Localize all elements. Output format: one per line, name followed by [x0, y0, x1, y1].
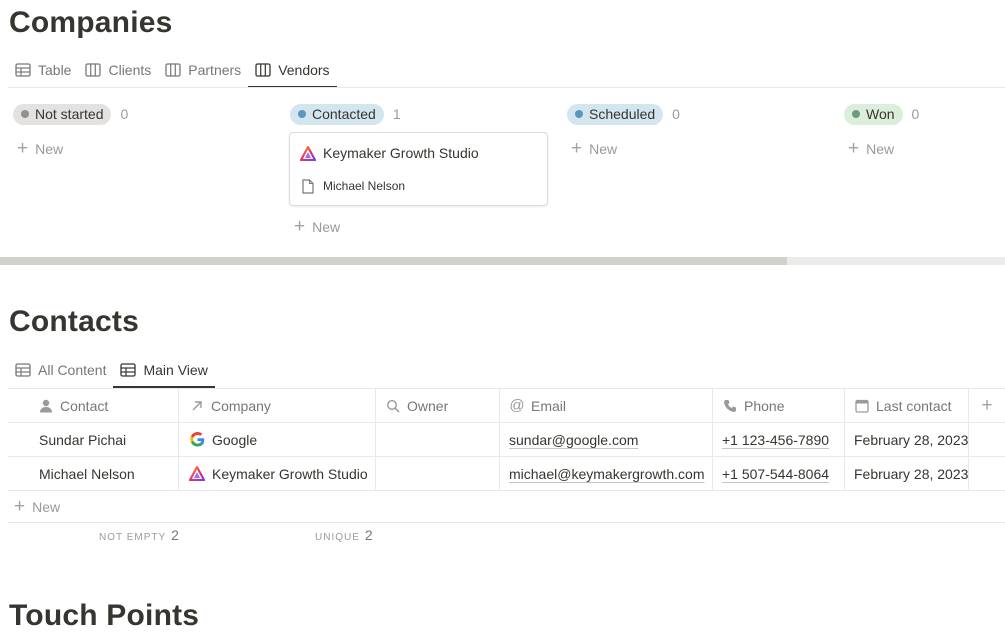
board-column-scheduled: Scheduled 0 + New — [563, 102, 825, 161]
plus-icon: + — [17, 138, 29, 159]
plus-icon: + — [981, 394, 993, 416]
google-logo-icon — [189, 432, 205, 448]
calculation-not-empty[interactable]: NOT EMPTY 2 — [99, 527, 179, 543]
table-header-row: Contact Company Owner @ Email Phone Last… — [8, 388, 1005, 423]
column-header-company[interactable]: Company — [179, 389, 376, 422]
calculation-unique[interactable]: UNIQUE 2 — [315, 527, 373, 543]
board-icon — [85, 62, 102, 78]
column-header-last-contact[interactable]: Last contact — [845, 389, 969, 422]
cell-phone[interactable]: +1 507-544-8064 — [713, 457, 845, 490]
add-column-button[interactable]: + — [969, 389, 1005, 422]
table-icon — [120, 362, 137, 378]
board-card[interactable]: Keymaker Growth Studio Michael Nelson — [289, 132, 548, 206]
contacts-title: Contacts — [9, 305, 139, 338]
add-card-button[interactable]: + New — [848, 137, 1000, 161]
tab-label: Table — [38, 62, 72, 78]
tab-vendors[interactable]: Vendors — [248, 53, 337, 88]
cell-company[interactable]: Keymaker Growth Studio — [179, 457, 376, 490]
tab-label: Clients — [108, 62, 152, 78]
cell-phone[interactable]: +1 123-456-7890 — [713, 423, 845, 456]
cell-owner[interactable] — [376, 457, 500, 490]
companies-view-tabs: Table Clients Partners Vendors — [8, 53, 337, 88]
card-title: Keymaker Growth Studio — [323, 145, 479, 161]
calendar-icon — [854, 398, 870, 414]
status-badge: Won — [844, 103, 903, 125]
arrow-up-right-icon — [189, 398, 205, 414]
add-card-button[interactable]: + New — [17, 137, 271, 161]
column-count: 1 — [392, 106, 401, 122]
tab-label: Partners — [188, 62, 242, 78]
cell-contact[interactable]: Michael Nelson — [8, 457, 179, 490]
tab-main-view[interactable]: Main View — [113, 353, 216, 388]
table-icon — [15, 62, 31, 78]
cell-owner[interactable] — [376, 423, 500, 456]
plus-icon: + — [294, 216, 306, 237]
cell-last-contact[interactable]: February 28, 2023 — [845, 423, 969, 456]
board-column-won: Won 0 + New — [840, 102, 1000, 161]
status-badge: Contacted — [290, 103, 384, 125]
board-column-not-started: Not started 0 + New — [9, 102, 271, 161]
cell-empty — [969, 423, 1005, 456]
column-count: 0 — [672, 106, 680, 122]
tab-label: Main View — [143, 362, 208, 378]
add-card-button[interactable]: + New — [294, 215, 340, 239]
cell-email[interactable]: michael@keymakergrowth.com — [500, 457, 713, 490]
touch-points-title: Touch Points — [9, 599, 200, 632]
cell-contact[interactable]: Sundar Pichai — [8, 423, 179, 456]
column-header-email[interactable]: @ Email — [500, 389, 713, 422]
phone-link[interactable]: +1 123-456-7890 — [722, 432, 829, 448]
column-header-phone[interactable]: Phone — [713, 389, 845, 422]
scrollbar-thumb[interactable] — [0, 257, 787, 265]
horizontal-scrollbar[interactable] — [0, 257, 1005, 265]
page-icon — [300, 178, 316, 194]
companies-title: Companies — [9, 6, 173, 39]
plus-icon: + — [14, 495, 26, 517]
board-icon — [255, 62, 271, 78]
add-card-button[interactable]: + New — [571, 137, 825, 161]
email-link[interactable]: sundar@google.com — [509, 432, 638, 448]
column-header-contact[interactable]: Contact — [8, 389, 179, 422]
cell-email[interactable]: sundar@google.com — [500, 423, 713, 456]
email-link[interactable]: michael@keymakergrowth.com — [509, 466, 705, 482]
keymaker-logo-icon — [300, 145, 316, 161]
tab-label: Vendors — [278, 62, 330, 78]
card-contact: Michael Nelson — [323, 179, 406, 193]
column-count: 0 — [911, 106, 920, 122]
column-header-owner[interactable]: Owner — [376, 389, 500, 422]
board-icon — [165, 62, 181, 78]
person-icon — [38, 398, 54, 414]
cell-company[interactable]: Google — [179, 423, 376, 456]
cell-empty — [969, 457, 1005, 490]
keymaker-logo-icon — [189, 466, 205, 482]
table-icon — [15, 362, 31, 378]
tab-partners[interactable]: Partners — [158, 53, 248, 87]
column-count: 0 — [120, 106, 129, 122]
plus-icon: + — [848, 138, 860, 159]
status-badge: Not started — [13, 103, 112, 125]
tab-label: All Content — [38, 362, 107, 378]
phone-link[interactable]: +1 507-544-8064 — [722, 466, 829, 482]
table-row[interactable]: Sundar Pichai Google sundar@google.com +… — [8, 423, 1005, 457]
table-row[interactable]: Michael Nelson Keymaker Growth Studio mi… — [8, 457, 1005, 491]
tab-divider — [8, 87, 1005, 88]
at-sign-icon: @ — [509, 397, 525, 414]
tab-table[interactable]: Table — [8, 53, 78, 87]
contacts-view-tabs: All Content Main View — [8, 353, 216, 388]
contacts-table: Contact Company Owner @ Email Phone Last… — [8, 388, 1005, 523]
tab-all-content[interactable]: All Content — [8, 353, 113, 387]
status-badge: Scheduled — [567, 103, 664, 125]
add-row-button[interactable]: + New — [8, 491, 1005, 523]
phone-icon — [722, 398, 738, 414]
cell-last-contact[interactable]: February 28, 2023 — [845, 457, 969, 490]
board-column-contacted: Contacted 1 + New — [286, 102, 548, 236]
tab-clients[interactable]: Clients — [78, 53, 158, 87]
search-icon — [385, 398, 401, 414]
plus-icon: + — [571, 138, 583, 159]
